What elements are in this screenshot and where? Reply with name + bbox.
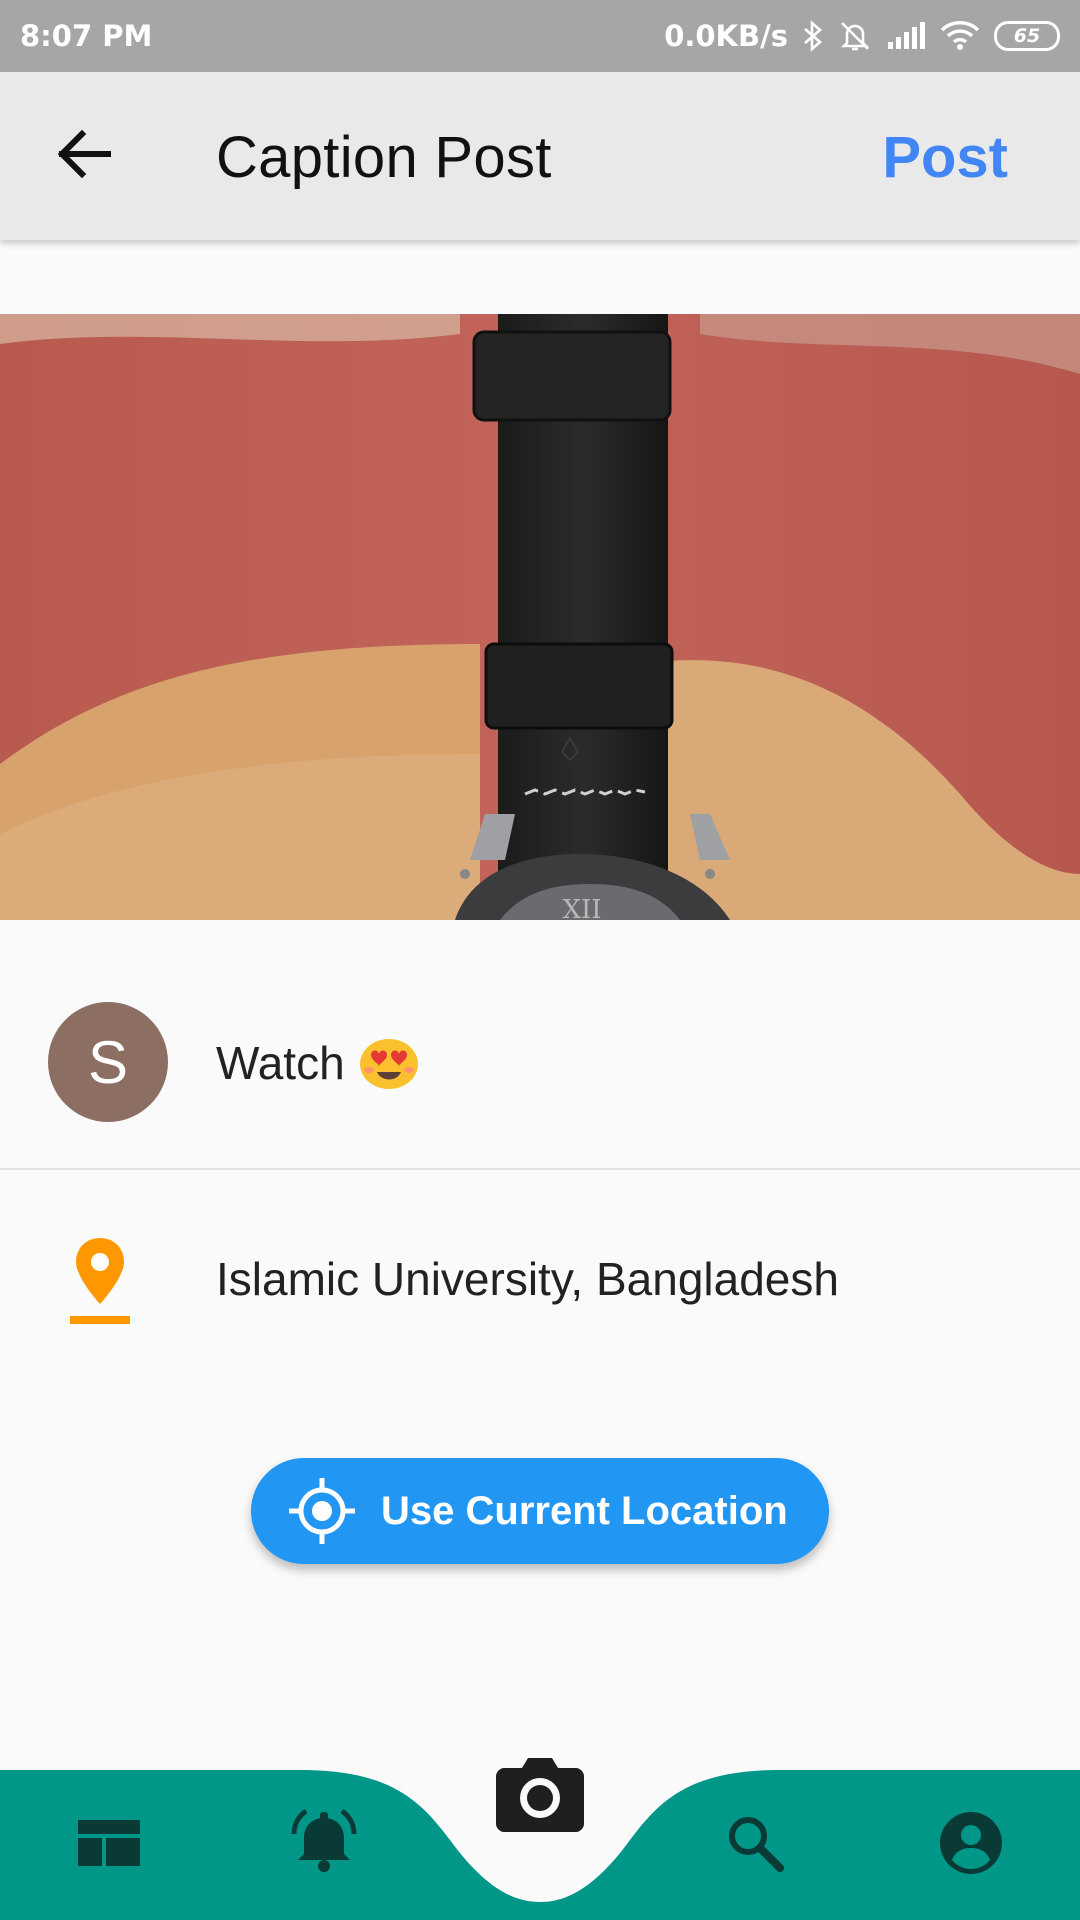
nav-search[interactable]: [726, 1814, 784, 1872]
page-title: Caption Post: [216, 125, 552, 190]
battery-icon: 65: [994, 21, 1060, 51]
location-pin-icon: [70, 1238, 130, 1324]
wifi-icon: [940, 21, 980, 51]
muted-bell-icon: [838, 19, 872, 53]
nav-camera[interactable]: [496, 1752, 584, 1832]
notifications-icon: [291, 1808, 357, 1872]
bottom-navigation: [0, 1720, 1080, 1920]
location-field[interactable]: Islamic University, Bangladesh: [216, 1252, 839, 1306]
camera-icon: [496, 1758, 584, 1832]
dashboard-icon: [78, 1820, 140, 1866]
app-bar: Caption Post Post: [0, 72, 1080, 240]
location-row: Islamic University, Bangladesh: [0, 1170, 1080, 1390]
arrow-back-icon[interactable]: [52, 122, 116, 186]
caption-row: S Watch: [0, 920, 1080, 1170]
network-speed: 0.0KB/s: [664, 19, 788, 53]
account-icon: [940, 1812, 1002, 1874]
post-button[interactable]: Post: [882, 124, 1008, 191]
svg-text:XII: XII: [562, 895, 601, 920]
status-bar: 8:07 PM 0.0KB/s 65: [0, 0, 1080, 72]
nav-dashboard[interactable]: [78, 1820, 140, 1866]
caption-field[interactable]: Watch: [216, 1036, 419, 1090]
status-time: 8:07 PM: [20, 19, 153, 53]
nav-profile[interactable]: [940, 1812, 1002, 1874]
heart-eyes-emoji-icon: [359, 1039, 418, 1089]
status-icons: 0.0KB/s 65: [664, 19, 1060, 53]
post-photo: XII: [0, 314, 1080, 920]
search-icon: [729, 1817, 784, 1872]
nav-notifications[interactable]: [290, 1808, 358, 1874]
bluetooth-icon: [802, 20, 824, 52]
use-current-location-label: Use Current Location: [381, 1488, 788, 1533]
avatar: S: [48, 1002, 168, 1122]
gps-fixed-icon: [289, 1478, 355, 1544]
signal-icon: [886, 22, 926, 50]
use-current-location-button[interactable]: Use Current Location: [251, 1458, 829, 1564]
caption-text: Watch: [216, 1037, 345, 1089]
